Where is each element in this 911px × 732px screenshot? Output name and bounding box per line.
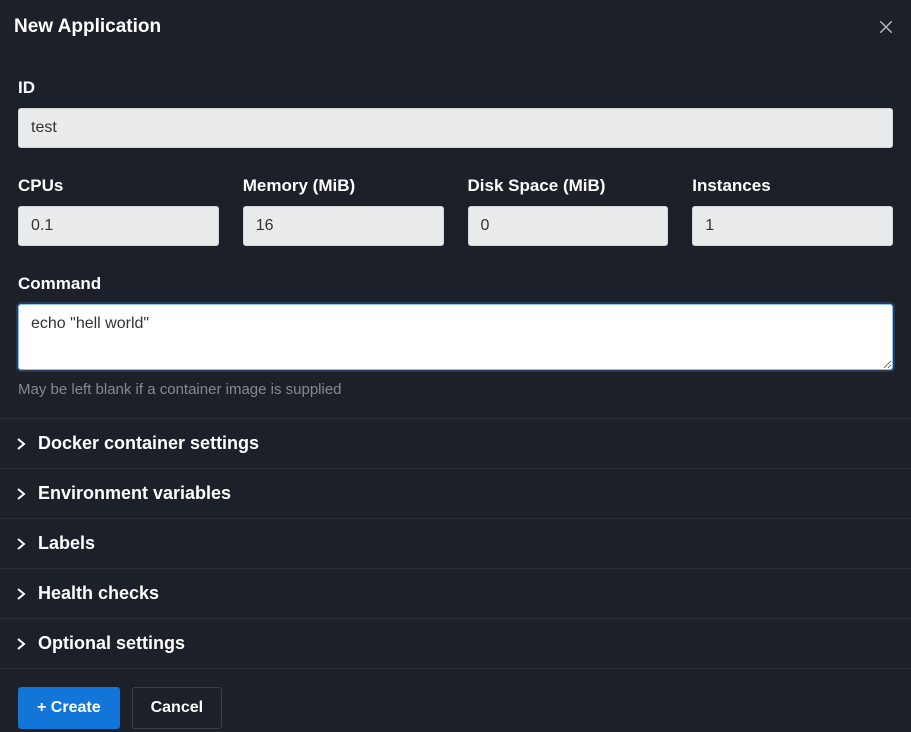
cancel-button[interactable]: Cancel: [132, 687, 222, 729]
cpus-field-group: CPUs: [18, 176, 219, 246]
memory-input[interactable]: [243, 206, 444, 246]
chevron-right-icon: [14, 637, 28, 651]
memory-label: Memory (MiB): [243, 176, 444, 196]
command-field-group: Command May be left blank if a container…: [18, 274, 893, 398]
accordion-docker[interactable]: Docker container settings: [0, 418, 911, 468]
new-application-modal: New Application ID CPUs Memory (MiB) Dis…: [0, 0, 911, 732]
chevron-right-icon: [14, 487, 28, 501]
id-input[interactable]: [18, 108, 893, 148]
id-field-group: ID: [18, 78, 893, 148]
modal-footer: + Create Cancel: [0, 669, 911, 732]
accordion-env-label: Environment variables: [38, 483, 231, 504]
command-label: Command: [18, 274, 893, 294]
chevron-right-icon: [14, 537, 28, 551]
accordion-labels[interactable]: Labels: [0, 518, 911, 568]
instances-field-group: Instances: [692, 176, 893, 246]
close-icon[interactable]: [877, 18, 895, 36]
accordion-health-label: Health checks: [38, 583, 159, 604]
accordion-optional-label: Optional settings: [38, 633, 185, 654]
instances-label: Instances: [692, 176, 893, 196]
accordion: Docker container settings Environment va…: [0, 418, 911, 669]
accordion-health[interactable]: Health checks: [0, 568, 911, 618]
accordion-optional[interactable]: Optional settings: [0, 618, 911, 669]
modal-title: New Application: [14, 16, 161, 38]
memory-field-group: Memory (MiB): [243, 176, 444, 246]
disk-field-group: Disk Space (MiB): [468, 176, 669, 246]
id-label: ID: [18, 78, 893, 98]
chevron-right-icon: [14, 587, 28, 601]
chevron-right-icon: [14, 437, 28, 451]
resources-row: CPUs Memory (MiB) Disk Space (MiB) Insta…: [18, 176, 893, 246]
cpus-label: CPUs: [18, 176, 219, 196]
command-input[interactable]: [18, 304, 893, 370]
accordion-env[interactable]: Environment variables: [0, 468, 911, 518]
accordion-labels-label: Labels: [38, 533, 95, 554]
instances-input[interactable]: [692, 206, 893, 246]
create-button[interactable]: + Create: [18, 687, 120, 729]
modal-header: New Application: [0, 0, 911, 52]
disk-label: Disk Space (MiB): [468, 176, 669, 196]
command-help-text: May be left blank if a container image i…: [18, 381, 893, 398]
cpus-input[interactable]: [18, 206, 219, 246]
form-area: ID CPUs Memory (MiB) Disk Space (MiB) In…: [0, 52, 911, 408]
accordion-docker-label: Docker container settings: [38, 433, 259, 454]
disk-input[interactable]: [468, 206, 669, 246]
